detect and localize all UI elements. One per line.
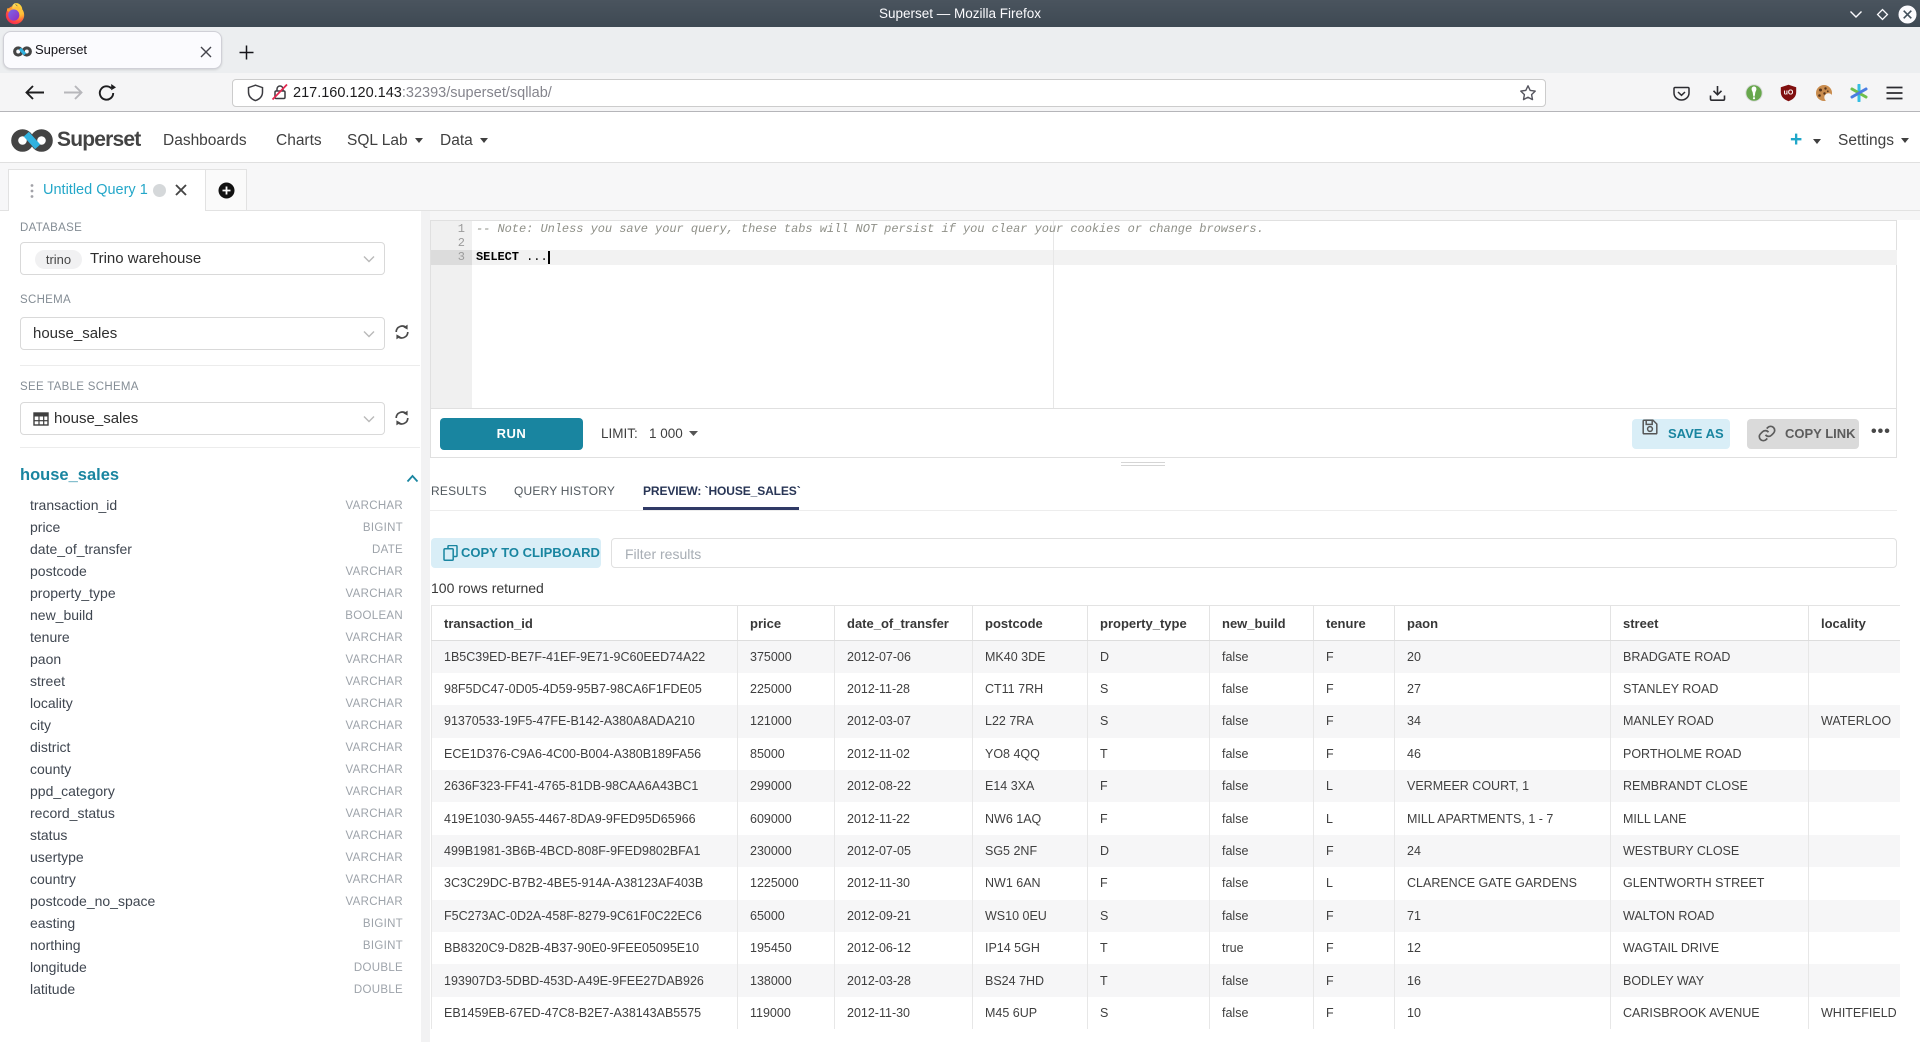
svg-text:uO: uO [1784,90,1794,97]
